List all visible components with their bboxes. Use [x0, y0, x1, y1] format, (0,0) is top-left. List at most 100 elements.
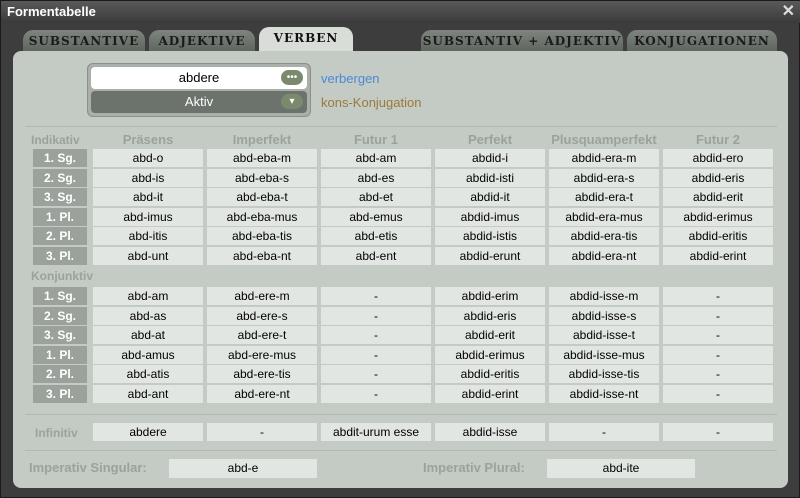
form-cell: abdid-erunt — [435, 247, 545, 265]
verb-word-field[interactable]: abdere ••• — [91, 67, 307, 89]
column-header: Futur 1 — [353, 132, 399, 147]
form-cell: abd-eba-s — [207, 168, 317, 187]
form-cell: abdid-isse-tis — [549, 365, 659, 384]
form-cell: abdid-eritis — [435, 365, 545, 384]
form-cell: abdid-erit — [663, 188, 773, 207]
divider — [25, 126, 777, 127]
form-cell: abd-emus — [321, 207, 431, 226]
form-cell: abdid-erimus — [663, 207, 773, 226]
form-cell: abdid-erim — [435, 287, 545, 305]
form-cell: abd-ere-m — [207, 287, 317, 305]
title-bar[interactable]: Formentabelle ✕ — [1, 1, 800, 23]
form-cell: abd-as — [93, 306, 203, 325]
infinitiv-cell: - — [549, 423, 659, 441]
divider — [25, 414, 777, 415]
divider — [25, 450, 777, 451]
form-cell: abd-am — [321, 149, 431, 167]
form-cell: - — [663, 345, 773, 364]
form-cell: - — [321, 385, 431, 403]
tab-substantiv-adjektiv[interactable]: Substantiv + Adjektiv — [421, 30, 623, 52]
imperativ-plural-value: abd-ite — [547, 459, 695, 478]
form-cell: abdid-era-nt — [549, 247, 659, 265]
person-label: 3. Sg. — [33, 326, 87, 345]
column-header: Futur 2 — [695, 132, 741, 147]
column-header: Präsens — [122, 132, 174, 147]
form-cell: abd-ere-nt — [207, 385, 317, 403]
form-cell: abdid-eritis — [663, 227, 773, 246]
app-window: Formentabelle ✕ Substantive Adjektive Ve… — [0, 0, 800, 498]
form-cell: - — [663, 365, 773, 384]
person-label: 1. Pl. — [33, 207, 87, 226]
form-cell: abdid-era-t — [549, 188, 659, 207]
column-header: Perfekt — [467, 132, 513, 147]
form-cell: abdid-era-m — [549, 149, 659, 167]
form-cell: abd-unt — [93, 247, 203, 265]
infinitiv-cell: - — [207, 423, 317, 441]
person-label: 3. Pl. — [33, 385, 87, 403]
person-label: 1. Sg. — [33, 149, 87, 167]
form-cell: abdid-era-tis — [549, 227, 659, 246]
more-options-icon[interactable]: ••• — [281, 70, 303, 85]
form-cell: abdid-imus — [435, 207, 545, 226]
form-cell: abdid-isse-m — [549, 287, 659, 305]
form-cell: abd-it — [93, 188, 203, 207]
form-cell: abdid-eris — [663, 168, 773, 187]
person-label: 2. Sg. — [33, 168, 87, 187]
form-cell: abd-itis — [93, 227, 203, 246]
form-cell: abdid-i — [435, 149, 545, 167]
form-cell: abd-imus — [93, 207, 203, 226]
form-cell: abdid-erint — [663, 247, 773, 265]
form-cell: abdid-era-mus — [549, 207, 659, 226]
verb-selector: abdere ••• Aktiv ▾ — [87, 63, 311, 117]
tab-substantive[interactable]: Substantive — [23, 30, 145, 52]
form-cell: abd-eba-nt — [207, 247, 317, 265]
form-cell: - — [321, 365, 431, 384]
form-cell: abd-eba-mus — [207, 207, 317, 226]
form-cell: abdid-isse-s — [549, 306, 659, 325]
tab-bar: Substantive Adjektive Verben Substantiv … — [1, 27, 800, 53]
form-cell: abdid-isse-t — [549, 326, 659, 345]
form-cell: abd-at — [93, 326, 203, 345]
form-cell: abdid-erit — [435, 326, 545, 345]
form-cell: abd-atis — [93, 365, 203, 384]
form-cell: abd-o — [93, 149, 203, 167]
conjugation-label: kons-Konjugation — [321, 95, 422, 110]
voice-select[interactable]: Aktiv ▾ — [91, 91, 307, 113]
form-cell: abdid-it — [435, 188, 545, 207]
verb-word-value: abdere — [178, 70, 220, 85]
window-title: Formentabelle — [7, 4, 96, 19]
column-header: Imperfekt — [232, 132, 292, 147]
form-cell: - — [321, 326, 431, 345]
form-cell: - — [663, 385, 773, 403]
form-cell: - — [663, 326, 773, 345]
form-cell: abd-es — [321, 168, 431, 187]
tab-konjugationen[interactable]: Konjugationen — [627, 30, 777, 52]
tab-adjektive[interactable]: Adjektive — [149, 30, 255, 52]
form-cell: abdid-erimus — [435, 345, 545, 364]
close-icon[interactable]: ✕ — [782, 1, 795, 23]
person-label: 2. Sg. — [33, 306, 87, 325]
chevron-down-icon[interactable]: ▾ — [281, 94, 303, 109]
form-cell: abd-ere-tis — [207, 365, 317, 384]
form-cell: abdid-istis — [435, 227, 545, 246]
form-cell: abd-amus — [93, 345, 203, 364]
form-cell: abdid-isse-mus — [549, 345, 659, 364]
form-cell: abd-ant — [93, 385, 203, 403]
form-cell: - — [321, 287, 431, 305]
infinitiv-cell: abdere — [93, 423, 203, 441]
form-cell: abd-eba-t — [207, 188, 317, 207]
infinitiv-cell: - — [663, 423, 773, 441]
person-label: 2. Pl. — [33, 227, 87, 246]
form-cell: - — [321, 345, 431, 364]
person-label: 3. Sg. — [33, 188, 87, 207]
infinitiv-cell: abdid-isse — [435, 423, 545, 441]
person-label: 2. Pl. — [33, 365, 87, 384]
form-cell: abd-is — [93, 168, 203, 187]
konjunktiv-label: Konjunktiv — [31, 269, 93, 283]
form-cell: abd-et — [321, 188, 431, 207]
form-cell: - — [663, 287, 773, 305]
form-cell: abdid-isti — [435, 168, 545, 187]
imperativ-plural-label: Imperativ Plural: — [423, 460, 525, 475]
tab-verben[interactable]: Verben — [259, 27, 353, 53]
hide-link[interactable]: verbergen — [321, 71, 380, 86]
